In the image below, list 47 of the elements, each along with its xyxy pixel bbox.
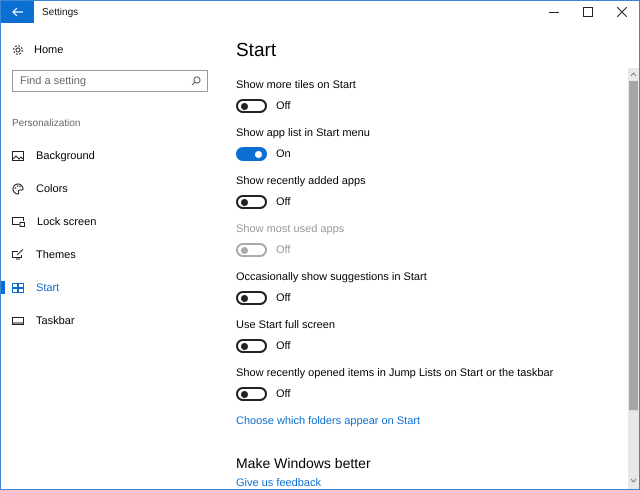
search-icon: [191, 76, 201, 86]
toggle-status: Off: [276, 388, 290, 400]
palette-icon: [12, 182, 24, 194]
search-field[interactable]: Find a setting: [12, 70, 208, 92]
setting-label: Show app list in Start menu: [236, 127, 371, 139]
monitor-lock-icon: [12, 216, 25, 226]
back-button[interactable]: [1, 1, 34, 23]
section-heading: Personalization: [12, 118, 82, 129]
scroll-bar[interactable]: [628, 68, 639, 489]
nav-item[interactable]: Background: [1, 139, 219, 172]
nav-item[interactable]: Themes: [1, 238, 219, 271]
setting-label: Show recently opened items in Jump Lists on Start or the taskbar: [236, 367, 554, 379]
picture-icon: [12, 150, 24, 160]
toggle-status: Off: [276, 100, 290, 112]
window-title: Settings: [42, 6, 80, 18]
nav-item[interactable]: Start: [1, 271, 219, 304]
nav-item[interactable]: Lock screen: [1, 205, 219, 238]
tiles-icon: [12, 282, 24, 292]
toggle-switch[interactable]: [236, 339, 267, 353]
feedback-link[interactable]: Give us feedback: [236, 477, 321, 489]
pencil-monitor-icon: [12, 249, 24, 260]
taskbar-icon: [12, 316, 24, 324]
toggle-status: Off: [276, 244, 290, 256]
maximize-icon: [583, 7, 593, 17]
toggle-switch[interactable]: [236, 99, 267, 113]
toggle-status: Off: [276, 196, 290, 208]
section-title: Make Windows better: [236, 455, 372, 471]
folders-link[interactable]: Choose which folders appear on Start: [236, 415, 420, 427]
toggle-switch[interactable]: [236, 195, 267, 209]
back-arrow-icon: [12, 7, 24, 17]
toggle-switch[interactable]: [236, 291, 267, 305]
toggle-switch[interactable]: [236, 147, 267, 161]
setting-label: Show most used apps: [236, 223, 346, 235]
toggle-switch[interactable]: [236, 387, 267, 401]
close-icon: [617, 7, 627, 17]
setting-label: Show more tiles on Start: [236, 79, 357, 91]
toggle-status: Off: [276, 340, 290, 352]
home-link[interactable]: Home: [34, 44, 64, 56]
setting-label: Show recently added apps: [236, 175, 367, 187]
page-title: Start: [236, 40, 278, 63]
nav-item[interactable]: Colors: [1, 172, 219, 205]
settings-icon: [12, 44, 24, 56]
toggle-status: On: [276, 148, 291, 160]
setting-label: Use Start full screen: [236, 319, 336, 331]
setting-label: Occasionally show suggestions in Start: [236, 271, 428, 283]
nav-item[interactable]: Taskbar: [1, 304, 219, 337]
toggle-status: Off: [276, 292, 290, 304]
